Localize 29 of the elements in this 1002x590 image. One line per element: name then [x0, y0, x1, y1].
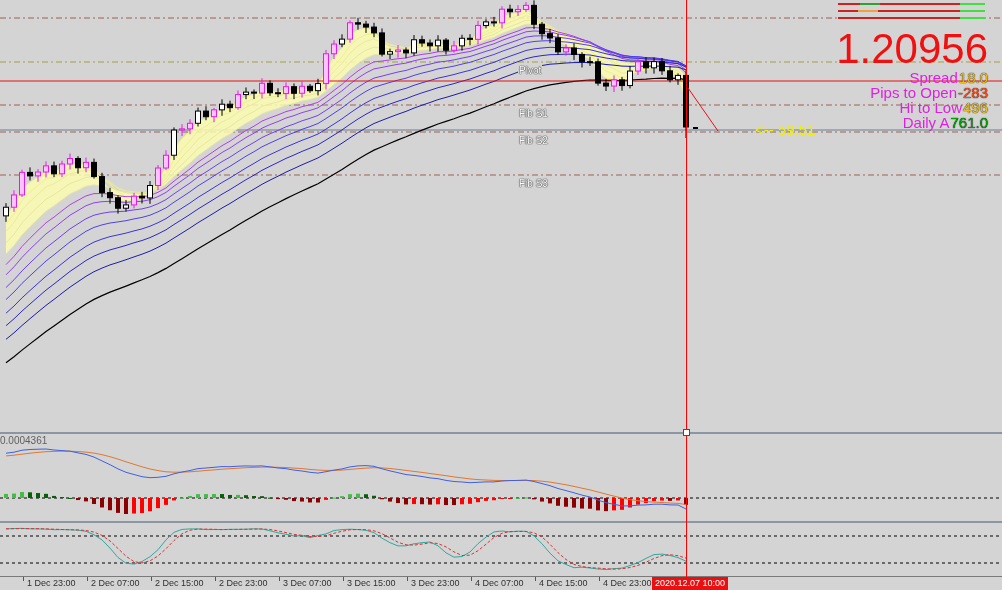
time-label: 1 Dec 23:00 [27, 577, 76, 589]
time-label: 4 Dec 07:00 [475, 577, 524, 589]
trend-line [687, 87, 719, 132]
square-handle-icon[interactable] [683, 429, 690, 436]
stat-value: 18.0 [958, 70, 988, 85]
stat-value: 496 [962, 100, 988, 115]
time-label: 4 Dec 15:00 [539, 577, 588, 589]
time-label: 3 Dec 23:00 [411, 577, 460, 589]
current-price: 1.20956 [836, 28, 988, 70]
time-label: 3 Dec 15:00 [347, 577, 396, 589]
time-label: 2 Dec 23:00 [219, 577, 268, 589]
level-label: Pivot [518, 65, 543, 76]
stat-label: Pips to Open [870, 85, 957, 100]
bar-countdown: <-- 59:51 [755, 121, 816, 138]
time-label: 2 Dec 07:00 [91, 577, 140, 589]
time-label: 2 Dec 15:00 [155, 577, 204, 589]
dash-icon [693, 127, 698, 129]
stat-label: Daily A [902, 115, 950, 130]
macd-value-label: 0.0004361 [0, 435, 48, 446]
cursor-time-label: 2020.12.07 10:00 [652, 577, 729, 590]
stat-value: -283 [957, 85, 988, 100]
stat-label: Hi to Low [899, 100, 962, 115]
time-label: 3 Dec 07:00 [283, 577, 332, 589]
stat-value: 761.0 [950, 115, 988, 130]
time-label: 4 Dec 23:00 [603, 577, 652, 589]
stat-label: Spread [909, 70, 958, 85]
level-label: Fib S2 [518, 135, 549, 146]
level-label: Fib S1 [518, 108, 549, 119]
level-label: Fib S3 [518, 178, 549, 189]
